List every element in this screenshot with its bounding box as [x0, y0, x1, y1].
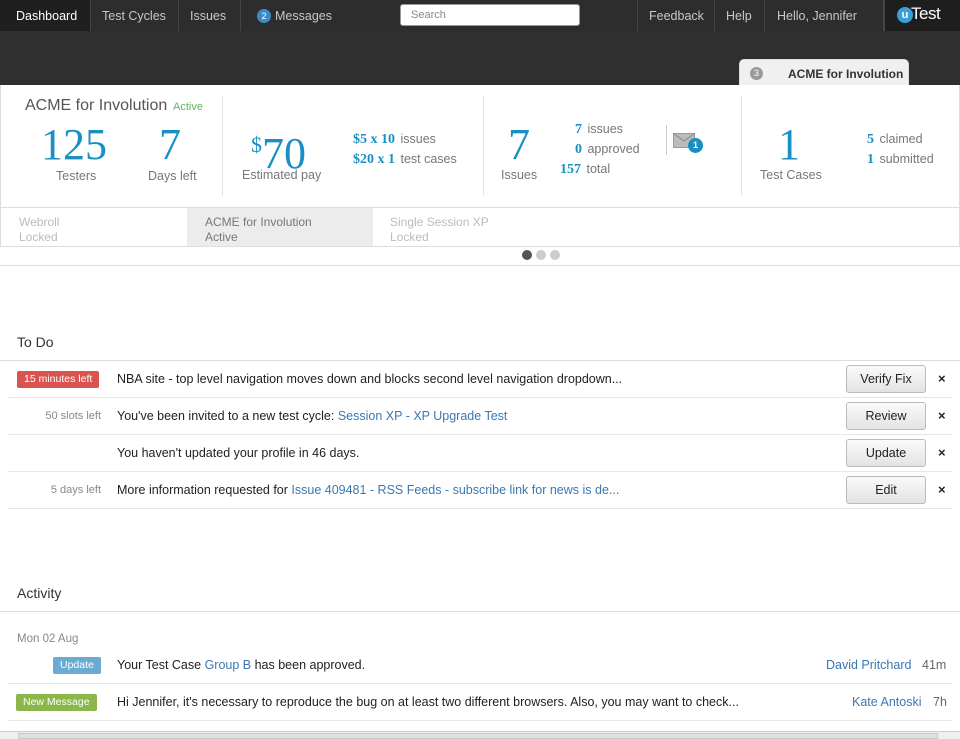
activity-title: Activity: [17, 585, 62, 601]
issues-total: 157 total: [560, 162, 611, 177]
test-case-link[interactable]: Group B: [205, 658, 252, 672]
nav-help[interactable]: Help: [715, 0, 765, 31]
cycle-status: Locked: [390, 230, 429, 244]
messages-count-badge: 2: [257, 9, 271, 23]
update-button[interactable]: Update: [846, 439, 926, 467]
stats-divider: [483, 96, 484, 196]
stats-divider: [222, 96, 223, 196]
dismiss-icon[interactable]: ×: [938, 371, 946, 386]
nav-messages-label: Messages: [275, 9, 332, 23]
search-input[interactable]: [400, 4, 580, 26]
cycle-tab-single-session[interactable]: Single Session XP Locked: [372, 208, 558, 246]
estimated-pay-label: Estimated pay: [242, 168, 322, 182]
carousel-dot[interactable]: [522, 250, 532, 260]
activity-text: Your Test Case Group B has been approved…: [117, 658, 366, 672]
cycle-tab-acme[interactable]: ACME for Involution Active: [187, 208, 373, 246]
dismiss-icon[interactable]: ×: [938, 408, 946, 423]
project-tab[interactable]: 3 ACME for Involution: [739, 59, 909, 86]
todo-item: 50 slots left You've been invited to a n…: [8, 398, 952, 435]
carousel-dot[interactable]: [536, 250, 546, 260]
deadline-badge: 15 minutes left: [17, 371, 100, 388]
cycle-status: Active: [205, 230, 238, 244]
dismiss-icon[interactable]: ×: [938, 482, 946, 497]
project-status: Active: [173, 101, 203, 113]
days-left-label: Days left: [148, 169, 197, 183]
nav-feedback[interactable]: Feedback: [637, 0, 715, 31]
testers-count: 125: [41, 120, 107, 169]
activity-item: New Message Hi Jennifer, it's necessary …: [8, 684, 952, 721]
project-tab-label: ACME for Involution: [788, 67, 904, 81]
mail-separator: [666, 125, 667, 155]
nav-issues[interactable]: Issues: [179, 0, 241, 31]
mail-count-badge: 1: [688, 138, 703, 153]
todo-text: You've been invited to a new test cycle:…: [117, 409, 508, 423]
test-cases-submitted: 1 submitted: [867, 152, 934, 167]
review-button[interactable]: Review: [846, 402, 926, 430]
activity-item: Update Your Test Case Group B has been a…: [8, 647, 952, 684]
cycle-status: Locked: [19, 230, 58, 244]
days-left-count: 7: [159, 120, 181, 169]
top-navigation: Dashboard Test Cycles Issues 2 Messages F…: [0, 0, 960, 31]
stats-divider: [741, 96, 742, 196]
author-link[interactable]: David Pritchard: [826, 658, 911, 672]
test-cases-label: Test Cases: [760, 168, 822, 182]
testers-label: Testers: [56, 169, 97, 183]
test-case-rate: $20 x 1 test cases: [353, 152, 457, 167]
dismiss-icon[interactable]: ×: [938, 445, 946, 460]
nav-test-cycles[interactable]: Test Cycles: [91, 0, 179, 31]
pay-currency: $: [251, 132, 262, 157]
update-badge: Update: [53, 657, 101, 674]
todo-item: 5 days left More information requested f…: [8, 472, 952, 509]
verify-fix-button[interactable]: Verify Fix: [846, 365, 926, 393]
divider: [0, 265, 960, 266]
todo-item: You haven't updated your profile in 46 d…: [8, 435, 952, 472]
nav-messages[interactable]: 2 Messages: [241, 0, 349, 31]
cycle-tab-webroll[interactable]: Webroll Locked: [1, 208, 187, 246]
project-stats-panel: ACME for Involution Active 125 Testers 7…: [0, 85, 960, 207]
scrollbar-thumb[interactable]: [18, 733, 938, 739]
test-cycle-carousel: Webroll Locked ACME for Involution Activ…: [0, 207, 960, 247]
author-link[interactable]: Kate Antoski: [852, 695, 922, 709]
todo-meta: 5 days left: [50, 484, 101, 496]
user-greeting[interactable]: Hello, Jennifer: [765, 0, 884, 31]
test-cases-claimed: 5 claimed: [867, 132, 923, 147]
logo-wordmark: Test: [911, 4, 941, 23]
issue-link[interactable]: Issue 409481 - RSS Feeds - subscribe lin…: [291, 483, 619, 497]
horizontal-scrollbar[interactable]: [0, 731, 960, 739]
test-cycle-link[interactable]: Session XP - XP Upgrade Test: [338, 409, 508, 423]
cycle-name: Single Session XP: [390, 215, 489, 229]
project-name: ACME for Involution: [25, 97, 168, 114]
time-ago: 7h: [933, 695, 947, 709]
todo-item: 15 minutes left NBA site - top level nav…: [8, 361, 952, 398]
activity-date: Mon 02 Aug: [17, 633, 79, 645]
issue-rate: $5 x 10 issues: [353, 132, 436, 147]
new-message-badge: New Message: [16, 694, 97, 711]
cycle-name: ACME for Involution: [205, 215, 312, 229]
project-tab-count: 3: [750, 67, 763, 80]
edit-button[interactable]: Edit: [846, 476, 926, 504]
todo-meta: 50 slots left: [45, 410, 101, 422]
todo-title: To Do: [17, 334, 54, 350]
test-cases-count: 1: [778, 120, 800, 169]
nav-dashboard[interactable]: Dashboard: [0, 0, 91, 31]
issues-approved: 0 approved: [575, 142, 640, 157]
divider: [0, 611, 960, 612]
cycle-name: Webroll: [19, 215, 60, 229]
todo-text: You haven't updated your profile in 46 d…: [117, 446, 360, 460]
todo-text: More information requested for Issue 409…: [117, 483, 620, 497]
activity-text: Hi Jennifer, it's necessary to reproduce…: [117, 695, 739, 709]
issues-count: 7: [508, 120, 530, 169]
todo-text: NBA site - top level navigation moves do…: [117, 372, 623, 386]
issues-submitted: 7 issues: [575, 122, 623, 137]
utest-logo[interactable]: u Test: [884, 0, 960, 31]
issues-label: Issues: [501, 168, 538, 182]
carousel-dot[interactable]: [550, 250, 560, 260]
time-ago: 41m: [922, 658, 947, 672]
